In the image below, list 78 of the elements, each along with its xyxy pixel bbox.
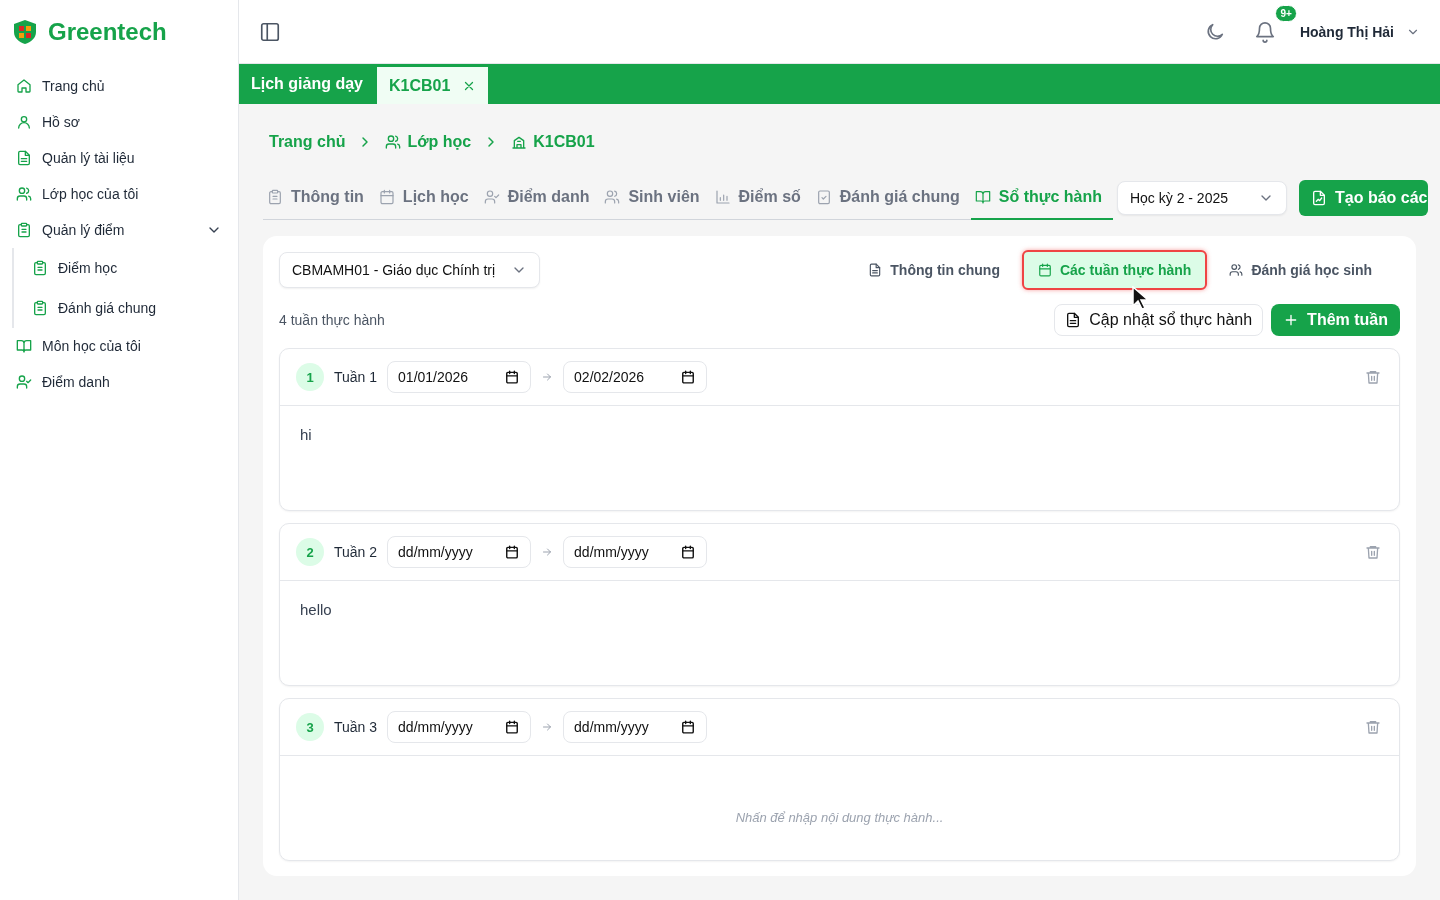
calendar-icon bbox=[505, 370, 520, 384]
sidebar-item[interactable]: Trang chủ bbox=[0, 68, 238, 104]
document-icon bbox=[1065, 312, 1082, 328]
book-icon bbox=[16, 338, 32, 354]
arrow-right-icon bbox=[541, 371, 554, 383]
sidebar-item[interactable]: Điểm học bbox=[18, 248, 238, 288]
document-icon bbox=[868, 263, 883, 277]
sidebar-item[interactable]: Hồ sơ bbox=[0, 104, 238, 140]
subject-select[interactable]: CBMAMH01 - Giáo dục Chính trị bbox=[279, 252, 541, 288]
week-number-badge: 3 bbox=[296, 713, 324, 741]
calendar-icon bbox=[505, 720, 520, 734]
sidebar-item[interactable]: Quản lý tài liệu bbox=[0, 140, 238, 176]
calendar-icon bbox=[1037, 263, 1052, 277]
panel-icon bbox=[259, 20, 281, 43]
report-icon bbox=[1311, 190, 1327, 206]
book-icon bbox=[974, 189, 991, 205]
section-tab[interactable]: Điểm danh bbox=[479, 176, 601, 220]
clipboard-icon bbox=[32, 300, 48, 316]
bar-chart-icon bbox=[714, 189, 731, 205]
sidebar-item[interactable]: Quản lý điểm bbox=[0, 212, 238, 248]
sidebar-item[interactable]: Lớp học của tôi bbox=[0, 176, 238, 212]
user-icon bbox=[16, 114, 32, 130]
date-field[interactable]: 01/01/2026 bbox=[387, 361, 532, 393]
users-icon bbox=[1229, 263, 1244, 277]
section-tab[interactable]: Đánh giá chung bbox=[811, 176, 971, 220]
week-content[interactable]: hello bbox=[300, 601, 332, 618]
users-icon bbox=[604, 189, 621, 205]
trash-icon bbox=[1365, 544, 1381, 560]
date-field[interactable]: dd/mm/yyyy bbox=[387, 711, 532, 743]
subtab[interactable]: Thông tin chung bbox=[852, 250, 1016, 290]
section-tab[interactable]: Thông tin bbox=[263, 176, 375, 220]
arrow-right-icon bbox=[541, 546, 554, 558]
user-menu[interactable]: Hoàng Thị Hải bbox=[1299, 23, 1420, 40]
sidebar-item[interactable]: Đánh giá chung bbox=[18, 288, 238, 328]
week-label: Tuần 2 bbox=[334, 544, 378, 560]
users-icon bbox=[385, 134, 402, 150]
school-icon bbox=[511, 134, 528, 150]
week-count: 4 tuần thực hành bbox=[279, 312, 385, 328]
clipboard-icon bbox=[32, 260, 48, 276]
clipboard-icon bbox=[16, 222, 32, 238]
update-button[interactable]: Cập nhật sổ thực hành bbox=[1054, 304, 1264, 336]
shield-logo-icon bbox=[12, 19, 38, 45]
calendar-icon bbox=[378, 189, 395, 205]
date-field[interactable]: 02/02/2026 bbox=[563, 361, 708, 393]
sidebar-item[interactable]: Môn học của tôi bbox=[0, 328, 238, 364]
notification-badge: 9+ bbox=[1275, 4, 1297, 22]
calendar-icon bbox=[681, 545, 696, 559]
sidebar-item[interactable]: Điểm danh bbox=[0, 364, 238, 400]
semester-select[interactable]: Học kỳ 2 - 2025 bbox=[1116, 181, 1287, 215]
subtab[interactable]: Đánh giá học sinh bbox=[1213, 250, 1388, 290]
calendar-icon bbox=[505, 545, 520, 559]
document-icon bbox=[16, 150, 32, 166]
date-field[interactable]: dd/mm/yyyy bbox=[563, 711, 708, 743]
week-label: Tuần 1 bbox=[334, 369, 378, 385]
section-tab[interactable]: Điểm số bbox=[710, 176, 812, 220]
bell-icon bbox=[1253, 20, 1276, 43]
clipboard-icon bbox=[267, 189, 283, 205]
notification-button[interactable] bbox=[1253, 20, 1276, 43]
trash-icon bbox=[1365, 369, 1381, 385]
section-tab[interactable]: Lịch học bbox=[374, 176, 480, 220]
date-field[interactable]: dd/mm/yyyy bbox=[387, 536, 532, 568]
clipboard-check-icon bbox=[815, 189, 832, 205]
user-check-icon bbox=[16, 374, 32, 390]
sidebar-toggle-button[interactable] bbox=[259, 20, 281, 43]
home-icon bbox=[16, 78, 32, 94]
user-check-icon bbox=[483, 189, 500, 205]
week-content[interactable]: hi bbox=[300, 426, 312, 443]
users-icon bbox=[16, 186, 32, 202]
arrow-right-icon bbox=[541, 721, 554, 733]
date-field[interactable]: dd/mm/yyyy bbox=[563, 536, 708, 568]
section-tab[interactable]: Sinh viên bbox=[600, 176, 711, 220]
calendar-icon bbox=[681, 720, 696, 734]
week-number-badge: 2 bbox=[296, 538, 324, 566]
week-label: Tuần 3 bbox=[334, 719, 378, 735]
trash-icon bbox=[1365, 719, 1381, 735]
week-number-badge: 1 bbox=[296, 363, 324, 391]
calendar-icon bbox=[681, 370, 696, 384]
brand-name: Greentech bbox=[48, 18, 167, 46]
